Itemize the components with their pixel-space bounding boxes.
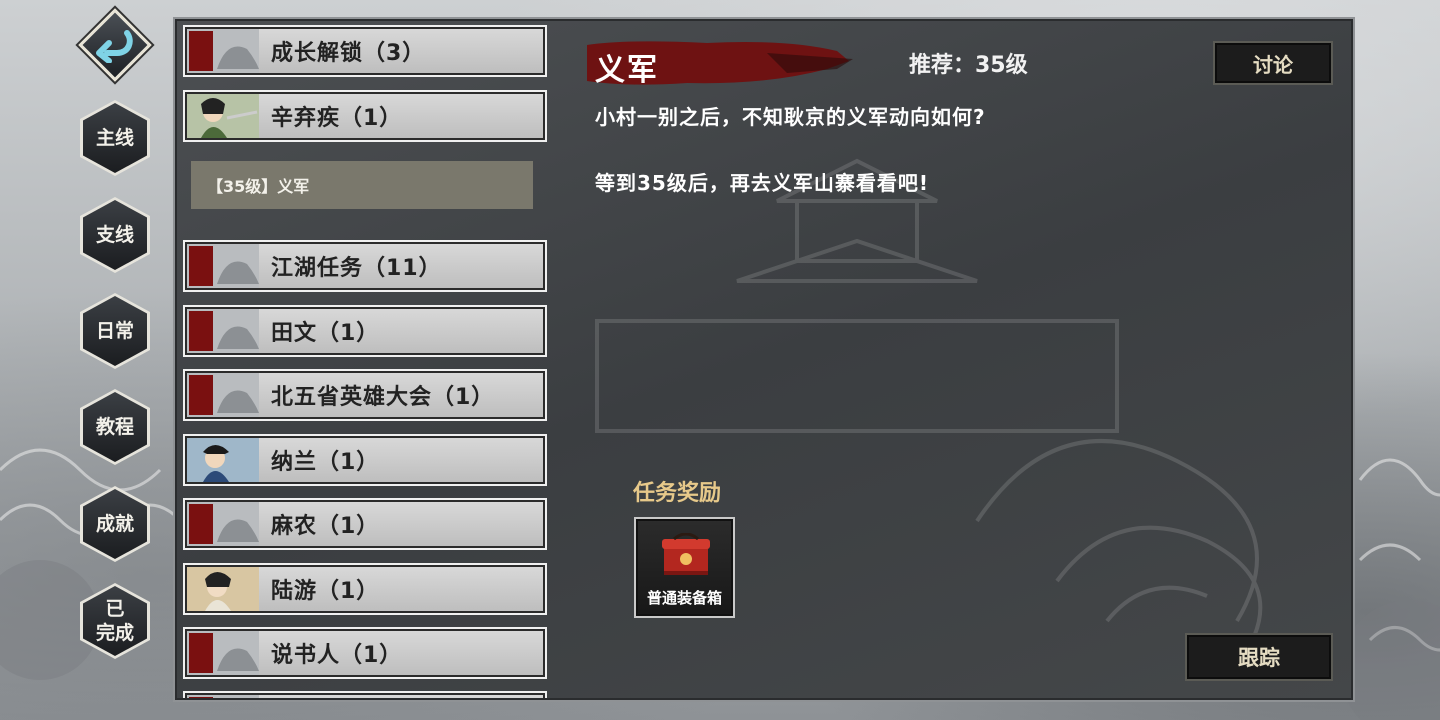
tab-main-quest[interactable]: 主线 — [80, 100, 150, 176]
jianghu-seal-icon — [187, 631, 259, 675]
quest-category-label: 纳兰（1） — [271, 450, 380, 475]
quest-title: 义军 — [595, 53, 659, 88]
jianghu-seal-icon — [187, 244, 259, 288]
quest-category-label: 陆游（1） — [271, 579, 380, 604]
tab-label: 教程 — [95, 416, 134, 438]
reward-item-slot[interactable]: 普通装备箱 — [634, 517, 735, 618]
quest-category-label: 说书人（1） — [271, 643, 403, 668]
back-button[interactable] — [78, 8, 152, 82]
discuss-button[interactable]: 讨论 — [1213, 41, 1333, 85]
jianghu-seal-icon — [187, 502, 259, 546]
reward-title: 任务奖励 — [633, 481, 722, 506]
portrait-icon — [187, 438, 259, 482]
tab-achievement[interactable]: 成就 — [80, 486, 150, 562]
quest-list[interactable]: 成长解锁（3） 辛弃疾（1） 【35级】义军 江湖任务（11） 田文（1） 北五… — [183, 25, 547, 698]
discuss-label: 讨论 — [1253, 52, 1293, 77]
quest-category-label: 辛弃疾（1） — [271, 106, 403, 131]
quest-category-label: 麻农（1） — [271, 514, 380, 539]
quest-category-partial[interactable] — [183, 691, 547, 698]
quest-category-label: 成长解锁（3） — [271, 41, 426, 66]
quest-title-banner: 义军 — [587, 39, 857, 89]
quest-category-label: 北五省英雄大会（1） — [271, 385, 495, 410]
quest-category[interactable]: 江湖任务（11） — [183, 240, 547, 292]
back-arrow-icon — [96, 30, 133, 63]
tab-label: 支线 — [95, 224, 134, 246]
jianghu-seal-icon — [187, 695, 259, 698]
quest-category[interactable]: 纳兰（1） — [183, 434, 547, 486]
quest-description-line-1: 小村一别之后，不知耿京的义军动向如何? — [595, 105, 986, 129]
track-button[interactable]: 跟踪 — [1185, 633, 1333, 681]
portrait-icon — [187, 567, 259, 611]
subquest-label: 【35级】义军 — [207, 177, 310, 196]
tab-side-quest[interactable]: 支线 — [80, 197, 150, 273]
quest-category[interactable]: 田文（1） — [183, 305, 547, 357]
jianghu-seal-icon — [187, 373, 259, 417]
reward-item-label: 普通装备箱 — [646, 589, 722, 607]
quest-category[interactable]: 成长解锁（3） — [183, 25, 547, 77]
tab-completed[interactable]: 已 完成 — [80, 583, 150, 659]
tab-daily[interactable]: 日常 — [80, 293, 150, 369]
quest-panel: 成长解锁（3） 辛弃疾（1） 【35级】义军 江湖任务（11） 田文（1） 北五… — [175, 19, 1353, 700]
quest-description-line-2: 等到35级后，再去义军山寨看看吧! — [595, 171, 929, 195]
quest-category[interactable]: 北五省英雄大会（1） — [183, 369, 547, 421]
track-label: 跟踪 — [1238, 646, 1280, 670]
tab-label: 已 完成 — [95, 598, 134, 644]
selected-subquest[interactable]: 【35级】义军 — [191, 161, 533, 209]
tab-label: 日常 — [95, 320, 134, 342]
tab-label: 主线 — [95, 127, 134, 149]
portrait-icon — [187, 94, 259, 138]
quest-category[interactable]: 陆游（1） — [183, 563, 547, 615]
equipment-chest-icon — [662, 533, 710, 575]
tab-label: 成就 — [95, 513, 134, 535]
tab-tutorial[interactable]: 教程 — [80, 389, 150, 465]
quest-category[interactable]: 辛弃疾（1） — [183, 90, 547, 142]
jianghu-seal-icon — [187, 29, 259, 73]
quest-category[interactable]: 麻农（1） — [183, 498, 547, 550]
jianghu-seal-icon — [187, 309, 259, 353]
quest-category[interactable]: 说书人（1） — [183, 627, 547, 679]
quest-category-label: 田文（1） — [271, 321, 380, 346]
recommended-level: 推荐：35级 — [909, 53, 1028, 78]
quest-category-label: 江湖任务（11） — [271, 256, 442, 281]
